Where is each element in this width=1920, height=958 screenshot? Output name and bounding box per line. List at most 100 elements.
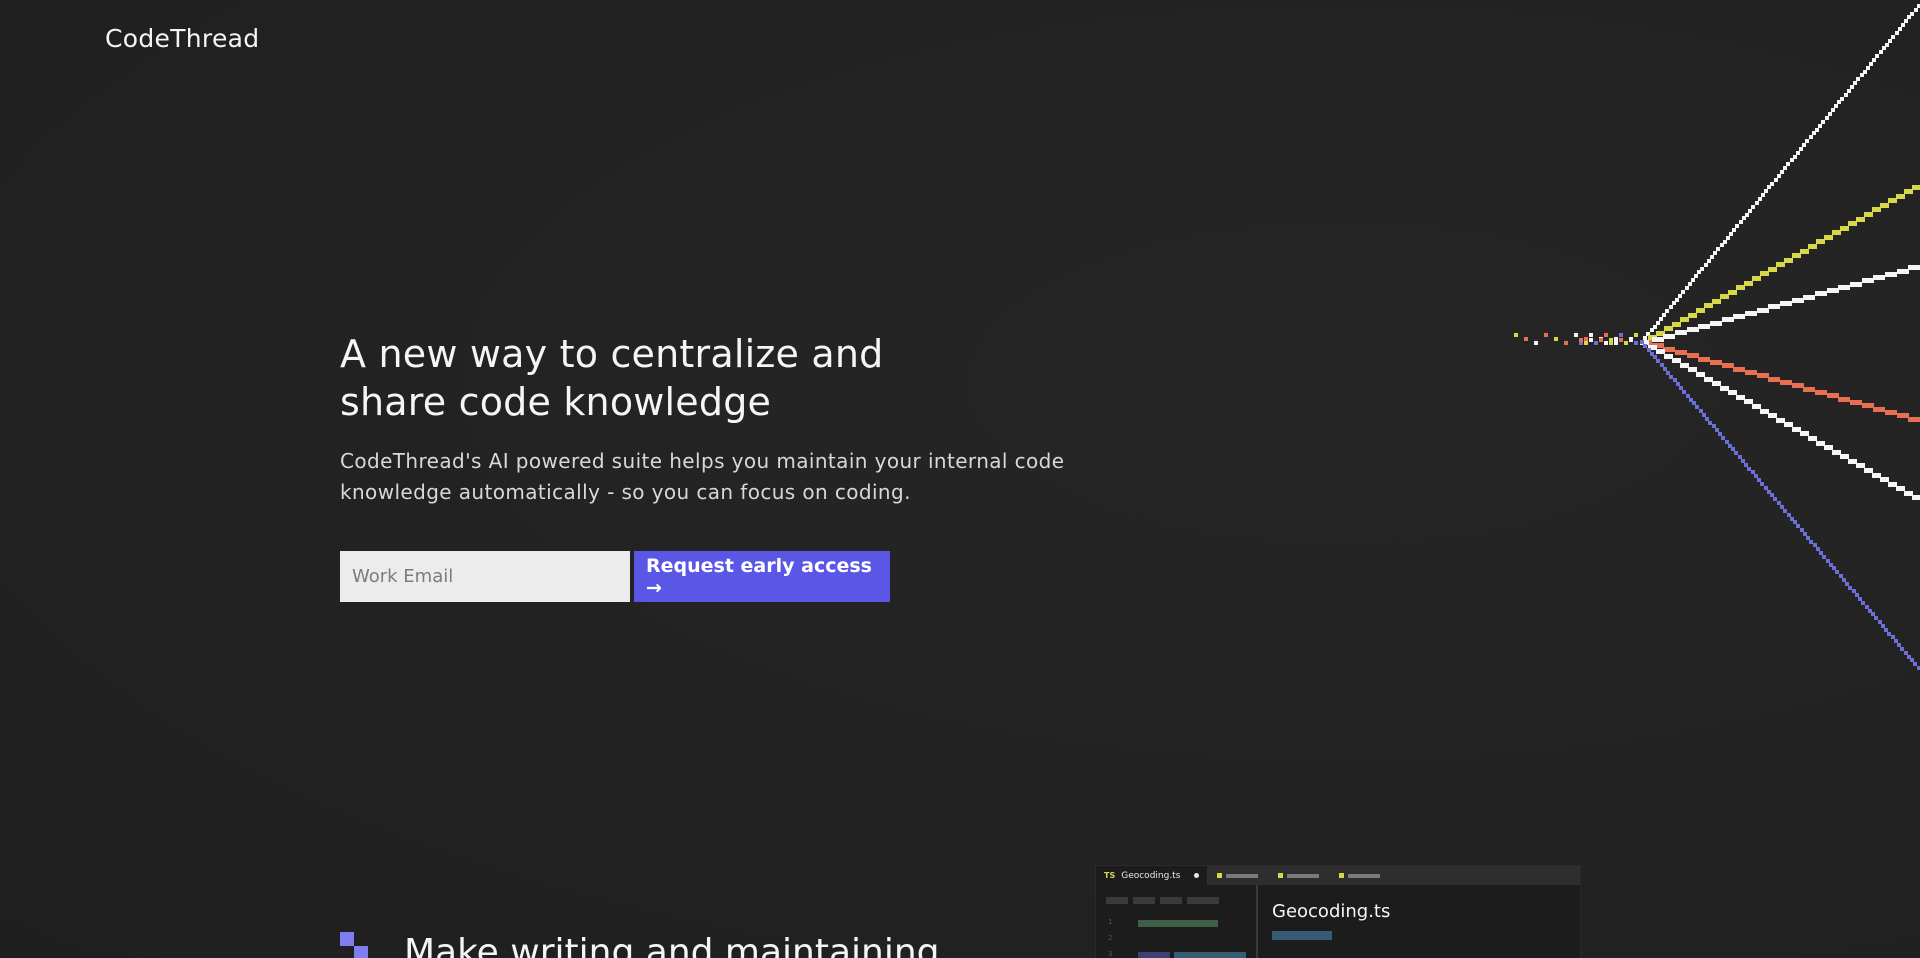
burst-pixel <box>1745 311 1757 316</box>
hero-title: A new way to centralize and share code k… <box>340 330 1140 426</box>
burst-pixel <box>1676 382 1680 386</box>
burst-pixel <box>1816 441 1825 446</box>
burst-pixel <box>1629 338 1633 342</box>
burst-pixel <box>1871 612 1875 616</box>
logo[interactable]: CodeThread <box>105 24 259 53</box>
burst-pixel <box>1653 325 1657 329</box>
burst-pixel <box>1675 350 1687 355</box>
burst-pixel <box>1656 359 1660 363</box>
burst-pixel <box>1912 185 1920 190</box>
burst-pixel <box>1604 341 1608 345</box>
burst-pixel <box>1908 417 1920 422</box>
burst-pixel <box>1824 235 1833 240</box>
burst-pixel <box>1564 341 1568 345</box>
burst-pixel <box>1856 77 1860 81</box>
burst-pixel <box>1704 263 1708 267</box>
breadcrumb-segment <box>1133 897 1155 904</box>
burst-pixel <box>1847 89 1851 93</box>
burst-pixel <box>1694 274 1698 278</box>
burst-pixel <box>1904 651 1908 655</box>
burst-pixel <box>1705 417 1709 421</box>
burst-pixel <box>1856 217 1865 222</box>
burst-pixel <box>1752 276 1761 281</box>
burst-pixel <box>1803 532 1807 536</box>
burst-pixel <box>1715 428 1719 432</box>
burst-pixel <box>1914 8 1918 12</box>
burst-pixel <box>1698 357 1710 362</box>
burst-pixel <box>1908 265 1920 270</box>
burst-pixel <box>1728 390 1737 395</box>
burst-pixel <box>1691 278 1695 282</box>
editor-tab-placeholder[interactable] <box>1268 873 1329 878</box>
burst-pixel <box>1757 478 1761 482</box>
burst-pixel <box>1599 338 1603 342</box>
hero-title-line-2: share code knowledge <box>340 380 772 424</box>
burst-pixel <box>1609 338 1613 342</box>
burst-pixel <box>1634 333 1638 337</box>
file-icon <box>1278 873 1284 878</box>
burst-pixel <box>1875 54 1879 58</box>
burst-pixel <box>1879 50 1883 54</box>
burst-pixel <box>1826 559 1830 563</box>
burst-pixel <box>1675 330 1687 335</box>
burst-pixel <box>1760 482 1764 486</box>
burst-pixel <box>1808 244 1817 249</box>
burst-pixel <box>1780 380 1792 385</box>
burst-pixel <box>1816 239 1825 244</box>
burst-pixel <box>1696 372 1705 377</box>
burst-pixel <box>1897 269 1909 274</box>
burst-pixel <box>1710 360 1722 365</box>
burst-pixel <box>1725 440 1729 444</box>
burst-pixel <box>1861 601 1865 605</box>
burst-pixel <box>1554 337 1558 341</box>
burst-pixel <box>1534 341 1538 345</box>
hero-subtitle-line-2: knowledge automatically - so you can foc… <box>340 480 911 504</box>
editor-tab-placeholder[interactable] <box>1329 873 1390 878</box>
burst-pixel <box>1808 436 1817 441</box>
burst-pixel <box>1815 128 1819 132</box>
burst-pixel <box>1755 201 1759 205</box>
burst-pixel <box>1744 399 1753 404</box>
burst-pixel <box>1760 409 1769 414</box>
burst-pixel <box>1776 262 1785 267</box>
burst-pixel <box>1768 304 1780 309</box>
editor-tab-placeholder[interactable] <box>1207 873 1268 878</box>
burst-pixel <box>1774 178 1778 182</box>
burst-pixel <box>1832 450 1841 455</box>
burst-pixel <box>1634 341 1638 345</box>
work-email-input[interactable] <box>340 551 630 602</box>
burst-pixel <box>1884 628 1888 632</box>
burst-pixel <box>1680 317 1689 322</box>
burst-pixel <box>1757 308 1769 313</box>
burst-pixel <box>1835 570 1839 574</box>
burst-pixel <box>1866 66 1870 70</box>
burst-pixel <box>1852 589 1856 593</box>
burst-pixel <box>1732 228 1736 232</box>
burst-pixel <box>1745 213 1749 217</box>
burst-pixel <box>1734 451 1738 455</box>
burst-pixel <box>1838 397 1850 402</box>
burst-pixel <box>1736 395 1745 400</box>
burst-pixel <box>1698 324 1710 329</box>
request-access-button[interactable]: Request early access → <box>634 551 890 602</box>
burst-pixel <box>1878 620 1882 624</box>
burst-pixel <box>1792 383 1804 388</box>
burst-pixel <box>1733 314 1745 319</box>
burst-pixel <box>1733 367 1745 372</box>
burst-pixel <box>1842 578 1846 582</box>
breadcrumb-segment <box>1160 897 1182 904</box>
burst-pixel <box>1524 337 1528 341</box>
burst-pixel <box>1897 413 1909 418</box>
burst-pixel <box>1880 477 1889 482</box>
burst-pixel <box>1687 353 1699 358</box>
editor-tab-active[interactable]: TS Geocoding.ts <box>1096 866 1208 885</box>
burst-pixel <box>1710 321 1722 326</box>
burst-pixel <box>1894 639 1898 643</box>
burst-pixel <box>1787 513 1791 517</box>
burst-pixel <box>1822 555 1826 559</box>
burst-pixel <box>1758 197 1762 201</box>
burst-pixel <box>1712 424 1716 428</box>
burst-pixel <box>1818 124 1822 128</box>
line-number: 2 <box>1108 934 1113 942</box>
burst-pixel <box>1664 354 1673 359</box>
